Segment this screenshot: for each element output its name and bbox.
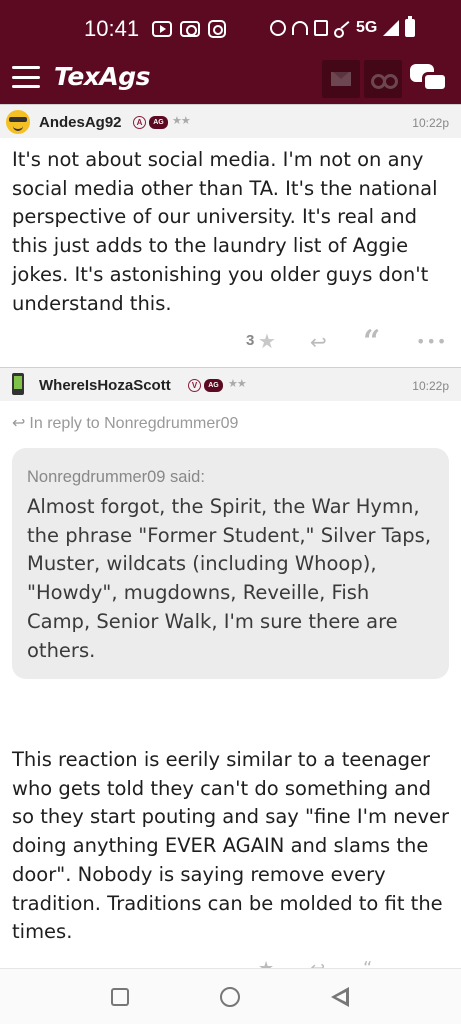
star-count: 3 (246, 332, 255, 349)
watch-button[interactable] (364, 60, 402, 98)
app-bar: TexAgs (0, 56, 461, 104)
back-icon[interactable] (331, 987, 351, 1007)
post-header: AndesAg92 A AG ★★ 10:22p (0, 104, 461, 138)
quote-author: Nonregdrummer09 said: (27, 468, 205, 486)
username[interactable]: WhereIsHozaScott (39, 377, 171, 394)
post-body: This reaction is eerily similar to a tee… (12, 748, 450, 944)
battery-icon (405, 16, 416, 37)
status-bar: 10:41 5G (0, 0, 461, 56)
ag-badge: AG (204, 379, 223, 392)
nfc-icon (314, 20, 328, 36)
notification-icons (152, 20, 226, 39)
binoculars-icon (371, 74, 398, 89)
chat-icon[interactable] (410, 62, 450, 96)
system-icons: 5G (270, 16, 416, 38)
post-timestamp: 10:22p (412, 116, 449, 130)
rank-badge: A (133, 116, 146, 129)
sunglasses-smiley-icon[interactable] (6, 110, 30, 134)
username[interactable]: AndesAg92 (39, 114, 122, 131)
reply-arrow-icon: ↩ (12, 415, 26, 432)
network-label: 5G (356, 19, 378, 36)
quoted-post: Nonregdrummer09 said: Almost forgot, the… (12, 448, 449, 679)
star-icon[interactable]: ★ (258, 329, 276, 353)
post-actions: 3 ★ ↩ “ ••• (0, 324, 461, 359)
youtube-icon (152, 21, 172, 37)
instagram-icon (208, 20, 226, 38)
key-icon (334, 20, 350, 38)
headset-icon (292, 21, 308, 35)
reply-icon[interactable]: ↩ (310, 330, 327, 354)
mail-button[interactable] (322, 60, 360, 98)
stars-icon: ★★ (228, 377, 247, 390)
phone-icon[interactable] (12, 373, 24, 395)
ag-badge: AG (149, 116, 168, 129)
post-timestamp: 10:22p (412, 379, 449, 393)
mail-icon (331, 72, 351, 86)
more-icon[interactable]: ••• (416, 332, 447, 351)
menu-icon[interactable] (12, 66, 40, 88)
quote-icon[interactable]: “ (363, 324, 380, 359)
signal-icon (383, 20, 400, 36)
system-nav-bar (0, 968, 461, 1024)
status-time: 10:41 (84, 16, 140, 41)
post-body: It's not about social media. I'm not on … (12, 148, 438, 315)
post-header: WhereIsHozaScott V AG ★★ 10:22p (0, 367, 461, 401)
quote-text: Almost forgot, the Spirit, the War Hymn,… (27, 495, 432, 662)
recents-icon[interactable] (111, 988, 129, 1006)
home-icon[interactable] (220, 987, 240, 1007)
rank-badge: V (188, 379, 201, 392)
brand-logo[interactable]: TexAgs (54, 62, 151, 91)
alarm-icon (270, 20, 286, 36)
reply-to-label: In reply to Nonregdrummer09 (29, 415, 239, 432)
camera-icon (180, 21, 200, 37)
reply-to-link[interactable]: ↩ In reply to Nonregdrummer09 (12, 413, 238, 433)
stars-icon: ★★ (172, 114, 191, 127)
